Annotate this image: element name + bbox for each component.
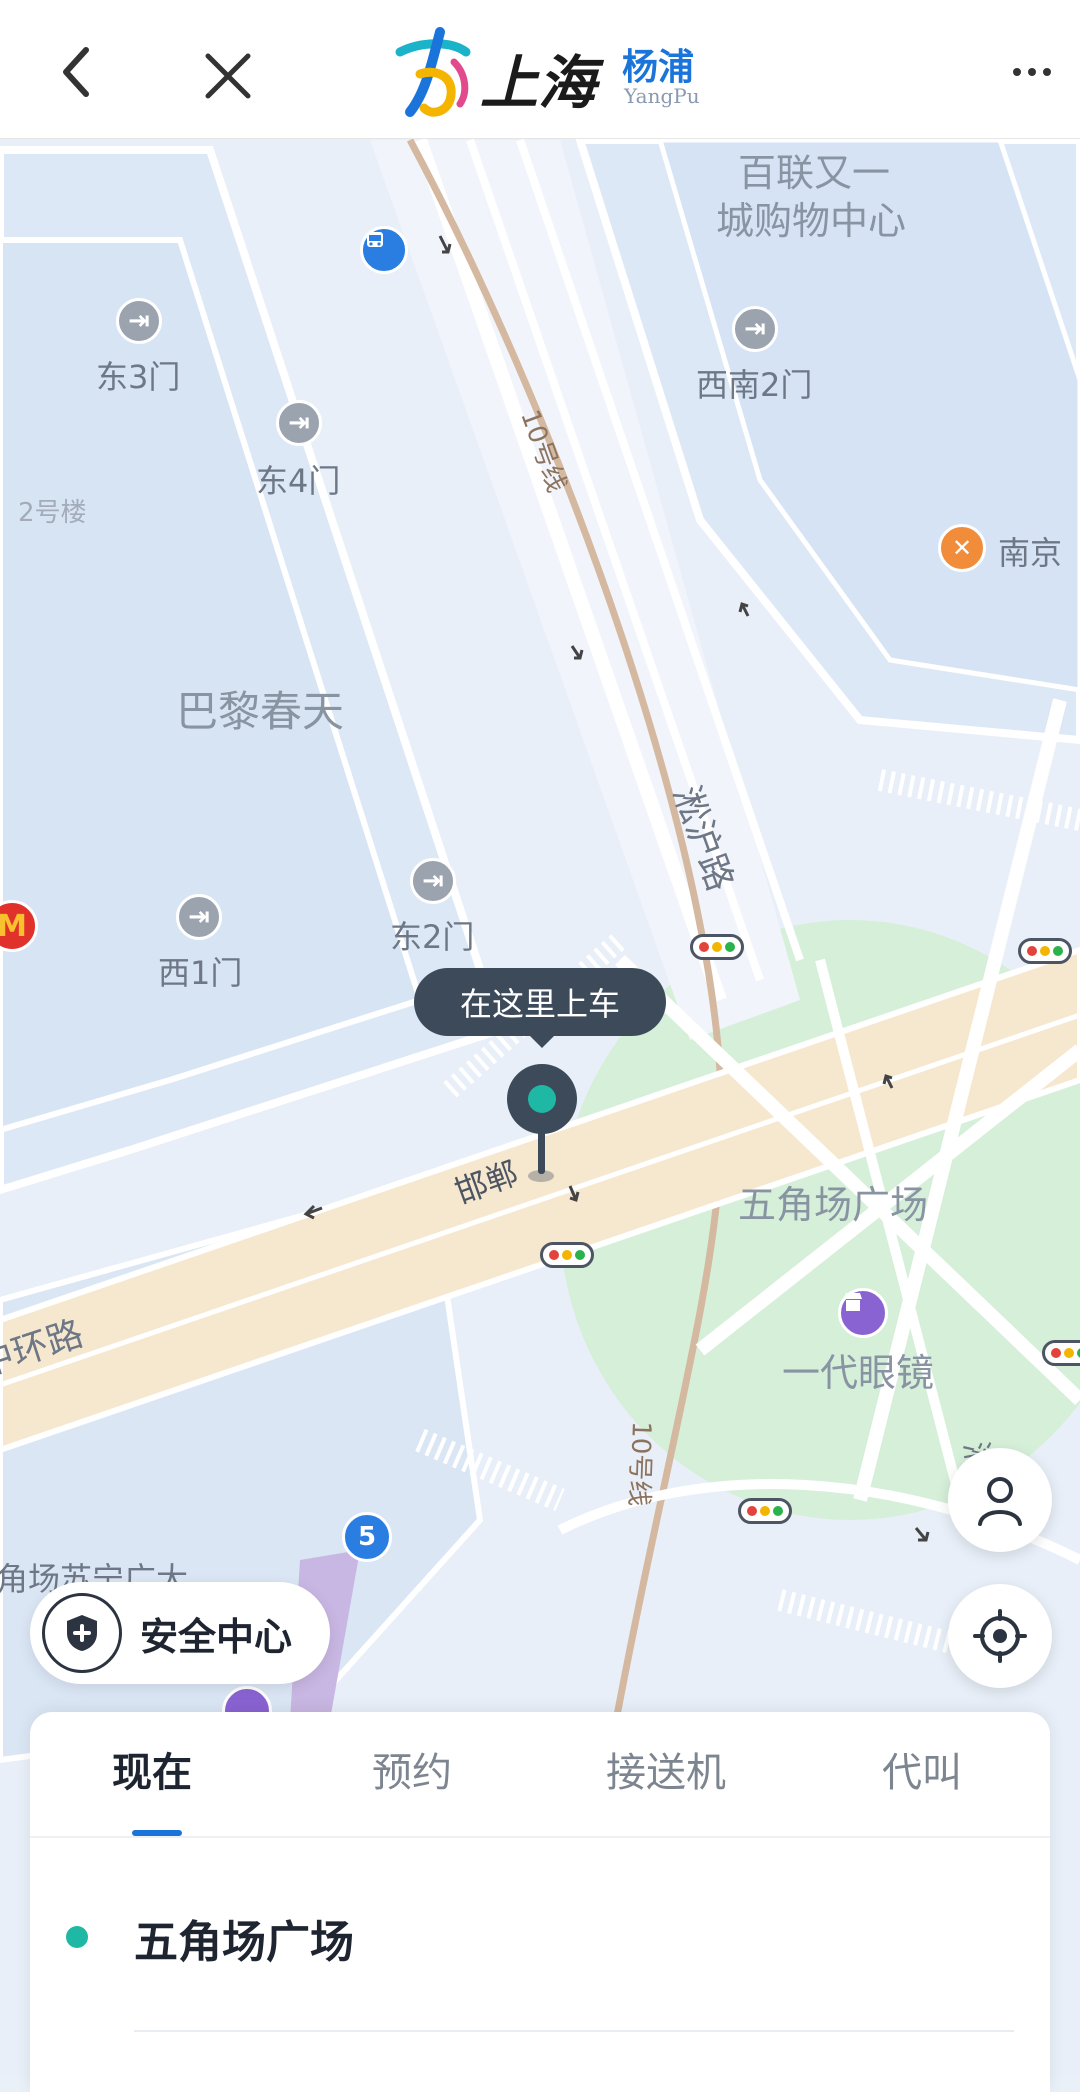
map-label-building2: 2号楼: [18, 498, 87, 528]
app-logo: 上海 杨浦 YangPu: [380, 22, 710, 122]
map-label-paris: 巴黎春天: [176, 687, 345, 736]
logo-swirl-icon: [395, 27, 471, 117]
divider: [134, 2030, 1014, 2032]
ride-tabs: 现在 预约 接送机 代叫: [30, 1712, 1050, 1838]
entrance-icon[interactable]: ⇥: [116, 298, 162, 344]
map-label-southwest2: 西南2门: [696, 366, 813, 404]
user-profile-button[interactable]: [948, 1448, 1052, 1552]
pickup-pin-icon[interactable]: [507, 1064, 577, 1134]
logo-city-text: 上海: [480, 49, 597, 117]
safety-center-label: 安全中心: [140, 1614, 293, 1659]
more-icon[interactable]: [1006, 56, 1058, 88]
shield-icon: [42, 1593, 122, 1673]
restaurant-icon[interactable]: ✕: [938, 524, 986, 572]
map-label-east4: 东4门: [256, 462, 341, 500]
locate-me-button[interactable]: [948, 1584, 1052, 1688]
locate-icon: [973, 1609, 1027, 1663]
map-label-east2: 东2门: [390, 918, 475, 956]
back-icon[interactable]: [44, 40, 108, 104]
map-label-mall: 百联又一: [738, 151, 891, 195]
ride-panel: 现在 预约 接送机 代叫 五角场广场: [30, 1712, 1050, 2092]
entrance-icon[interactable]: ⇥: [176, 894, 222, 940]
logo-district-en-text: YangPu: [624, 84, 700, 108]
map-label-west1: 西1门: [158, 954, 243, 992]
pickup-dot-icon: [66, 1926, 88, 1948]
pickup-tooltip[interactable]: 在这里上车: [414, 968, 666, 1048]
tab-call-for-others[interactable]: 代叫: [882, 1740, 962, 1798]
metro-line-5-icon[interactable]: 5: [342, 1512, 392, 1562]
traffic-light-icon: [1018, 938, 1072, 964]
logo-district-text: 杨浦: [622, 47, 695, 88]
close-icon[interactable]: [196, 44, 260, 108]
entrance-icon[interactable]: ⇥: [732, 306, 778, 352]
top-bar: 上海 杨浦 YangPu: [0, 0, 1080, 139]
pickup-pin-stick: [538, 1126, 545, 1174]
pickup-pin-shadow: [528, 1170, 554, 1182]
entrance-icon[interactable]: ⇥: [276, 400, 322, 446]
traffic-light-icon: [738, 1498, 792, 1524]
map-label-wujiaochang: 五角场广场: [738, 1183, 929, 1227]
map-label-restaurant: 南京: [998, 534, 1063, 572]
map-label-line10-bottom: 10号线: [623, 1420, 657, 1507]
map-label-mall-line2: 城购物中心: [716, 199, 907, 243]
tab-airport[interactable]: 接送机: [606, 1740, 726, 1798]
user-icon: [978, 1477, 1022, 1526]
tab-now[interactable]: 现在: [112, 1740, 192, 1798]
safety-center-button[interactable]: 安全中心: [30, 1582, 330, 1684]
traffic-light-icon: [540, 1242, 594, 1268]
traffic-light-icon: [1042, 1340, 1080, 1366]
active-tab-indicator: [132, 1830, 182, 1836]
traffic-light-icon: [690, 934, 744, 960]
pickup-location[interactable]: 五角场广场: [134, 1906, 354, 1970]
entrance-icon[interactable]: ⇥: [410, 858, 456, 904]
tab-reserve[interactable]: 预约: [372, 1740, 452, 1798]
map-label-yidai: 一代眼镜: [782, 1351, 935, 1395]
map-label-east3: 东3门: [96, 358, 181, 396]
shop-icon[interactable]: [838, 1288, 888, 1338]
bus-stop-icon[interactable]: [360, 226, 408, 274]
